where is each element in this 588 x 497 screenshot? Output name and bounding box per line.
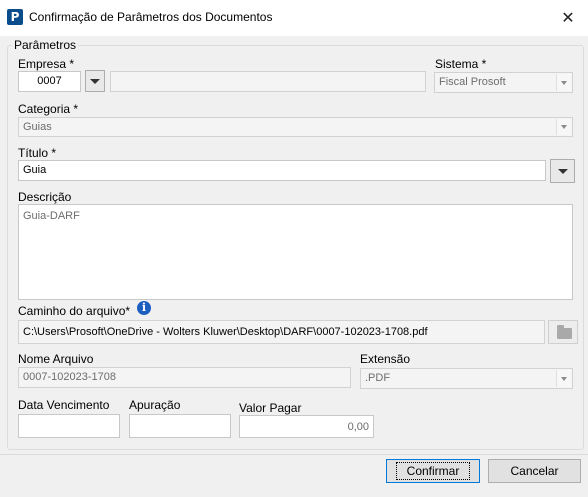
data-vencimento-field[interactable] [18,414,120,438]
confirm-button-label: Confirmar [395,462,471,480]
categoria-value: Guias [23,121,52,133]
close-icon[interactable]: ✕ [556,6,580,30]
sistema-select[interactable]: Fiscal Prosoft [434,72,573,93]
extensao-dropdown-arrow[interactable] [556,370,571,387]
empresa-lookup-button[interactable] [85,70,105,92]
valor-pagar-label: Valor Pagar [239,401,302,415]
chevron-down-icon [557,169,568,174]
extensao-value: .PDF [365,372,391,384]
data-vencimento-label: Data Vencimento [18,398,110,412]
chevron-down-icon [561,80,567,85]
confirm-button[interactable]: Confirmar [386,459,480,483]
empresa-label: Empresa * [18,57,75,71]
valor-pagar-field[interactable]: 0,00 [239,415,374,438]
browse-folder-button[interactable] [548,320,578,344]
descricao-label: Descrição [18,190,72,204]
folder-icon [557,325,572,339]
titulo-label: Título * [18,146,57,160]
titulo-lookup-button[interactable] [550,159,575,183]
group-legend: Parâmetros [12,38,79,52]
app-logo-icon: P [7,9,23,25]
nome-arquivo-field: 0007-102023-1708 [18,367,351,388]
chevron-down-icon [561,125,567,129]
apuracao-field[interactable] [129,414,231,438]
button-bar-separator [0,454,588,455]
empresa-name-field [110,71,426,92]
chevron-down-icon [561,376,567,381]
caminho-label: Caminho do arquivo* [18,304,131,318]
sistema-value: Fiscal Prosoft [439,76,506,88]
categoria-dropdown-arrow[interactable] [556,119,571,135]
extensao-select[interactable]: .PDF [360,368,573,389]
window-title: Confirmação de Parâmetros dos Documentos [29,10,273,24]
apuracao-label: Apuração [129,398,181,412]
info-icon[interactable]: i [137,301,151,315]
sistema-dropdown-arrow[interactable] [556,74,571,91]
cancel-button[interactable]: Cancelar [488,459,581,483]
categoria-select[interactable]: Guias [18,117,573,137]
sistema-label: Sistema * [435,57,487,71]
descricao-textarea[interactable]: Guia-DARF [18,204,573,300]
titulo-field[interactable]: Guia [18,160,546,181]
chevron-down-icon [90,79,100,84]
extensao-label: Extensão [360,352,411,366]
categoria-label: Categoria * [18,102,79,116]
nome-arquivo-label: Nome Arquivo [18,352,94,366]
empresa-code-field[interactable]: 0007 [18,71,81,92]
title-bar: P Confirmação de Parâmetros dos Document… [0,0,588,36]
caminho-field: C:\Users\Prosoft\OneDrive - Wolters Kluw… [18,320,545,344]
